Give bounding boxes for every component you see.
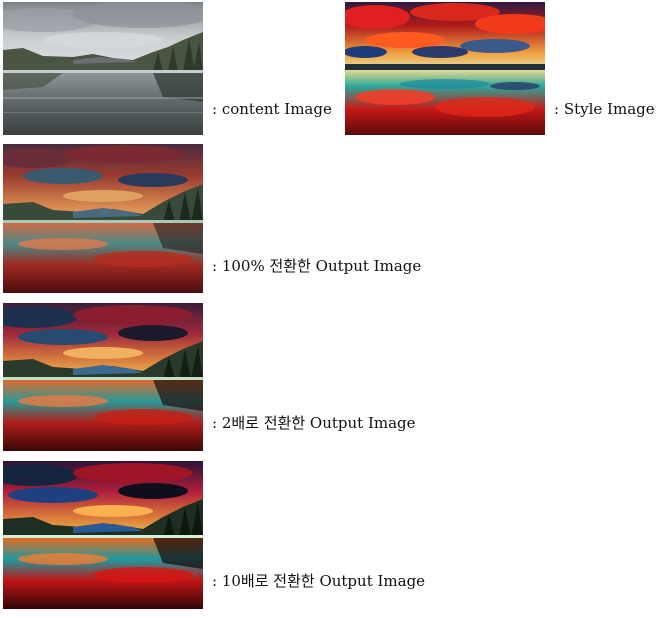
output-image-100	[3, 144, 203, 293]
content-image-caption: : content Image	[212, 100, 332, 118]
content-image	[3, 2, 203, 135]
style-image	[345, 2, 545, 135]
output-100-caption: : 100% 전환한 Output Image	[212, 257, 422, 275]
output-image-10x	[3, 461, 203, 609]
style-image-caption: : Style Image	[554, 100, 655, 118]
output-2x-caption: : 2배로 전환한 Output Image	[212, 414, 416, 432]
output-10x-caption: : 10배로 전환한 Output Image	[212, 572, 426, 590]
output-image-2x	[3, 303, 203, 451]
